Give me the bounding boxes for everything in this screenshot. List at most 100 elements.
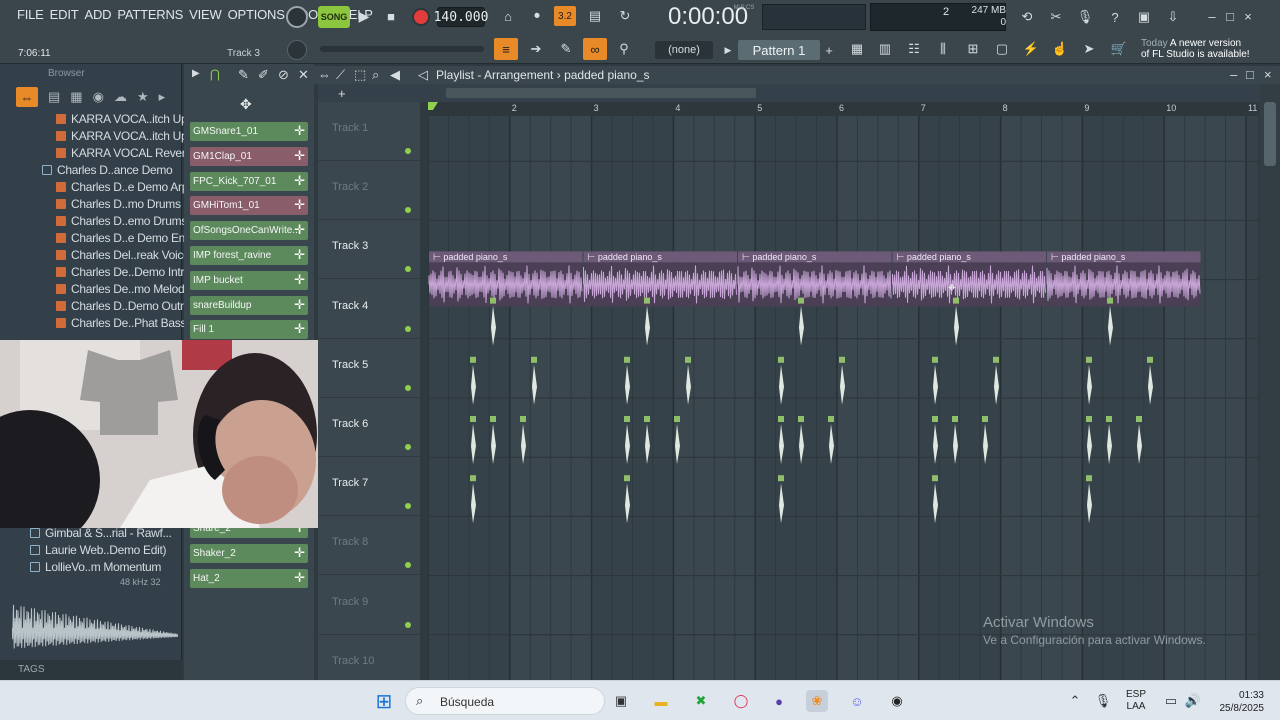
browser-file[interactable]: Charles D..e Demo Arp xyxy=(56,178,188,195)
browser-file[interactable]: Charles D..e Demo End xyxy=(56,229,192,246)
browser-file[interactable]: Charles Del..reak Voice xyxy=(56,246,190,263)
opera-icon[interactable]: ◯ xyxy=(730,690,752,712)
menu-view[interactable]: VIEW xyxy=(186,7,224,22)
song-mode-button[interactable]: SONG xyxy=(318,6,350,28)
playlist-close-icon[interactable]: × xyxy=(1264,67,1272,82)
view-pianoroll-icon[interactable]: ▥ xyxy=(874,38,896,60)
update-notice[interactable]: Today A newer version of FL Studio is av… xyxy=(1141,38,1250,60)
master-volume-knob[interactable] xyxy=(286,6,308,28)
pattern-selector[interactable]: Pattern 1 xyxy=(738,40,820,60)
discord-icon[interactable]: ☺ xyxy=(846,690,868,712)
scroll-thumb[interactable] xyxy=(1264,102,1276,166)
select-tool-icon[interactable]: ⬚ xyxy=(354,67,366,83)
task-view-icon[interactable]: ▣ xyxy=(610,690,632,712)
browser-all-icon[interactable]: ⇔ xyxy=(16,87,38,107)
taskbar-search[interactable]: ⌕ Búsqueda xyxy=(405,687,605,715)
close-icon[interactable]: × xyxy=(1240,8,1256,24)
slip-tool-icon[interactable]: ⇔ xyxy=(318,67,331,82)
track-mute-led[interactable] xyxy=(405,266,411,273)
track-mute-led[interactable] xyxy=(405,207,411,214)
browser-file[interactable]: KARRA VOCA..itch Up 2 xyxy=(56,110,197,127)
xbox-icon[interactable]: ✖ xyxy=(690,690,712,712)
channel-move-icon[interactable]: ✛ xyxy=(294,545,305,561)
tray-display-icon[interactable]: ▭ xyxy=(1160,690,1182,712)
browser-next-icon[interactable]: ▸ xyxy=(159,89,166,105)
export-icon[interactable]: ⇩ xyxy=(1162,6,1184,28)
channel-move-icon[interactable]: ✛ xyxy=(294,173,305,189)
view-plugin-icon[interactable]: ▢ xyxy=(991,38,1013,60)
pattern-arrow-icon[interactable]: ▶ xyxy=(722,41,734,59)
master-pitch-slider[interactable] xyxy=(320,46,484,52)
channel-button[interactable]: snareBuildup ✛ xyxy=(190,295,308,315)
channel-button[interactable]: IMP forest_ravine ✛ xyxy=(190,246,308,265)
slice-tool-icon[interactable]: ⟋ xyxy=(336,67,345,83)
add-pattern-icon[interactable]: + xyxy=(822,41,836,59)
windows-start-icon[interactable]: ⊞ xyxy=(373,690,395,713)
add-track-icon[interactable]: + xyxy=(338,86,346,101)
playlist-grid[interactable]: ⊢ padded piano_s ⊢ padded piano_s ⊢ padded… xyxy=(428,102,1258,680)
channel-button[interactable]: FPC_Kick_707_01 ✛ xyxy=(190,171,308,191)
playlist-menu-icon[interactable]: ▶ xyxy=(192,68,200,79)
view-browser-icon[interactable]: ⊞ xyxy=(962,38,984,60)
track-header[interactable]: Track 8 xyxy=(318,516,420,576)
microphone-icon[interactable]: 🎙 xyxy=(1074,6,1096,28)
time-scrollbar[interactable] xyxy=(446,88,756,98)
stop-button[interactable]: ■ xyxy=(383,7,399,25)
browser-folder[interactable]: Charles D..ance Demo xyxy=(42,161,181,178)
rack-move-icon[interactable]: ✥ xyxy=(240,96,252,113)
browser-folder[interactable]: LollieVo..m Momentum xyxy=(30,558,172,575)
browser-sample-icon[interactable]: ◉ xyxy=(93,89,104,105)
loop-record-icon[interactable]: ↻ xyxy=(614,6,636,26)
timeline-ruler[interactable]: 2 3 4 5 6 7 8 9 10 11 xyxy=(428,102,1258,116)
track-header[interactable]: Track 4 xyxy=(318,280,420,339)
menu-edit[interactable]: EDIT xyxy=(47,7,82,22)
tags-bar[interactable]: TAGS xyxy=(0,660,182,680)
play-button[interactable]: ▶ xyxy=(356,7,372,25)
stamp-icon[interactable]: ⚲ xyxy=(612,38,636,60)
obs-icon[interactable]: ◉ xyxy=(886,690,908,712)
track-header[interactable]: Track 6 xyxy=(318,398,420,457)
channel-move-icon[interactable]: ✛ xyxy=(294,272,305,288)
shop-icon[interactable]: 🛒 xyxy=(1108,38,1130,60)
help-icon[interactable]: ? xyxy=(1104,6,1126,28)
track-header[interactable]: Track 7 xyxy=(318,457,420,517)
snap-select[interactable]: (none) xyxy=(655,41,713,59)
record-button[interactable] xyxy=(412,8,430,26)
track-header[interactable]: Track 1 xyxy=(318,102,420,161)
link-icon[interactable]: ∞ xyxy=(583,38,607,60)
view-plugin-picker-icon[interactable]: ⚡ xyxy=(1020,38,1042,60)
tempo-display[interactable]: 140.000 xyxy=(434,7,488,27)
tray-chevron-icon[interactable]: ⌃ xyxy=(1064,690,1086,712)
browser-project-icon[interactable]: ▤ xyxy=(48,89,60,105)
browser-file[interactable]: Charles De..mo Melody xyxy=(56,280,190,297)
track-mute-led[interactable] xyxy=(405,444,411,450)
pitch-knob[interactable] xyxy=(287,40,307,60)
channel-button[interactable]: OfSongsOneCanWrite... ✛ xyxy=(190,221,308,241)
playlist-minimize-icon[interactable]: – xyxy=(1230,67,1237,82)
track-header[interactable]: Track 5 xyxy=(318,339,420,398)
menu-patterns[interactable]: PATTERNS xyxy=(114,7,186,22)
track-mute-led[interactable] xyxy=(405,325,411,332)
clock[interactable]: 01:33 25/8/2025 xyxy=(1210,689,1265,715)
magnet-icon[interactable]: ⋂ xyxy=(210,67,220,81)
mute-tool-icon[interactable]: ✕ xyxy=(298,67,309,83)
browser-file[interactable]: Charles D..mo Drums 2 xyxy=(56,195,190,212)
playhead-marker[interactable] xyxy=(428,102,438,110)
browser-file[interactable]: Charles De..Demo Intro xyxy=(56,263,191,280)
arrangement-arrow-icon[interactable]: ◁ xyxy=(418,67,428,83)
track-mute-led[interactable] xyxy=(405,621,411,628)
browser-file[interactable]: Charles De..Phat Bass xyxy=(56,314,186,331)
fl-studio-icon[interactable]: ❀ xyxy=(806,690,828,712)
menu-options[interactable]: OPTIONS xyxy=(225,7,288,22)
browser-file[interactable]: KARRA VOCA..itch Up 3 xyxy=(56,127,197,144)
channel-button[interactable]: Shaker_2 ✛ xyxy=(190,543,308,563)
channel-move-icon[interactable]: ✛ xyxy=(294,321,305,337)
browser-plugin-icon[interactable]: ▦ xyxy=(70,89,82,105)
channel-move-icon[interactable]: ✛ xyxy=(294,123,305,139)
view-wave-icon[interactable]: ➤ xyxy=(1078,38,1100,60)
channel-move-icon[interactable]: ✛ xyxy=(294,247,305,263)
menu-add[interactable]: ADD xyxy=(81,7,114,22)
language-indicator[interactable]: ESP LAA xyxy=(1126,689,1146,713)
browser-file[interactable]: Charles D..Demo Outro xyxy=(56,297,190,314)
browser-folder[interactable]: Laurie Web..Demo Edit) xyxy=(30,541,172,558)
